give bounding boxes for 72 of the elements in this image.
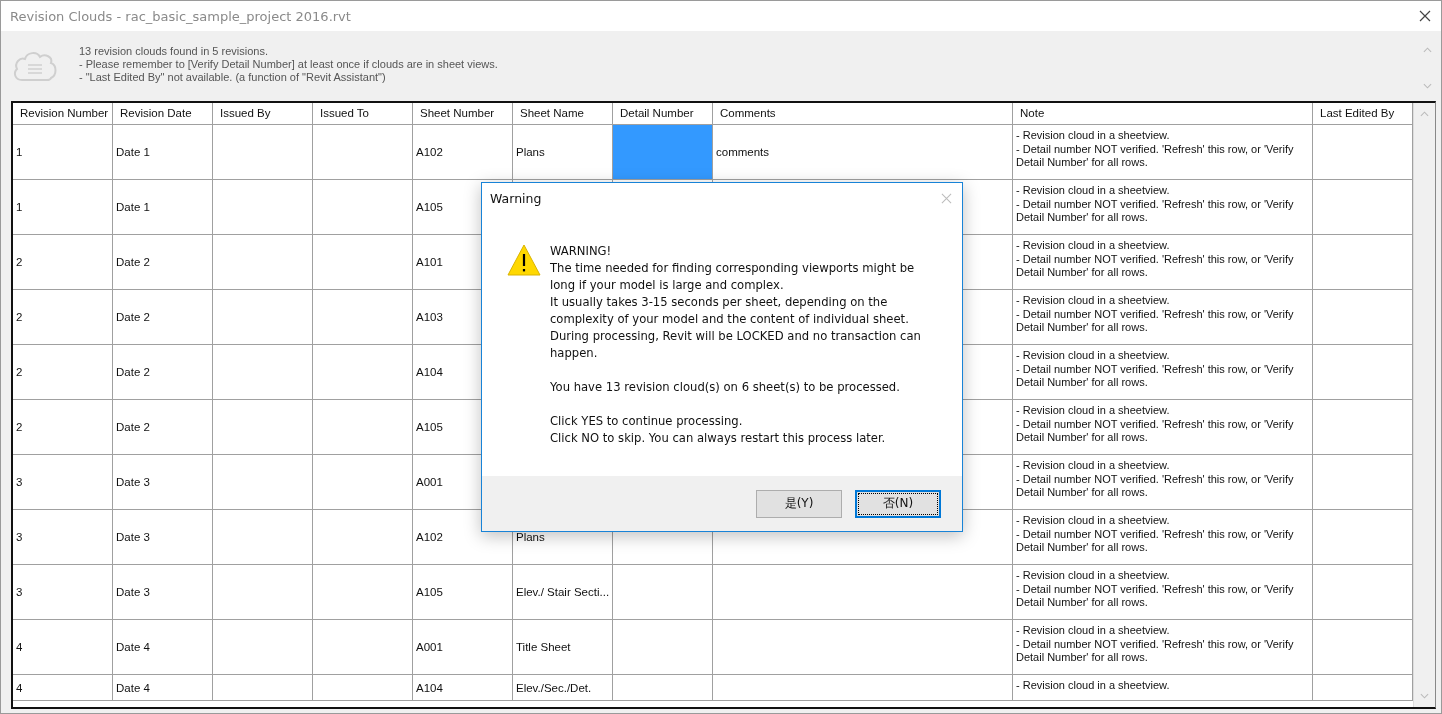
table-cell: - Revision cloud in a sheetview. - Detail number NOT verified. 'Refresh' this row, or 'Verify Detail Number' for all rows.	[1013, 565, 1313, 620]
column-header[interactable]: Detail Number	[613, 103, 713, 125]
message-text: WARNING!	[550, 243, 613, 260]
table-cell: - Revision cloud in a sheetview. - Detail number NOT verified. 'Refresh' this row, or 'Verify Detail Number' for all rows.	[1013, 125, 1313, 180]
column-header[interactable]: Sheet Name	[513, 103, 613, 125]
table-cell: - Revision cloud in a sheetview. - Detail number NOT verified. 'Refresh' this row, or 'Verify Detail Number' for all rows.	[1013, 510, 1313, 565]
message-text: Click NO to skip. You can always restart this process later.	[550, 430, 887, 447]
column-header[interactable]: Last Edited By	[1313, 103, 1413, 125]
table-cell[interactable]	[613, 675, 713, 701]
table-cell: 2	[13, 290, 113, 345]
table-cell: Date 1	[113, 180, 213, 235]
close-icon[interactable]	[1419, 10, 1431, 22]
scrollbar[interactable]	[1413, 103, 1435, 707]
table-cell: Date 2	[113, 345, 213, 400]
table-cell: A105	[413, 565, 513, 620]
table-cell: 3	[13, 455, 113, 510]
message-text: It usually takes 3-15 seconds per sheet, depending on the complexity of your model and the content of individual sheet.	[550, 294, 910, 328]
table-cell: Date 1	[113, 125, 213, 180]
table-cell: - Revision cloud in a sheetview.	[1013, 675, 1313, 701]
table-cell[interactable]	[613, 620, 713, 675]
info-text: - Please remember to [Verify Detail Number] at least once if clouds are in sheet views.	[79, 58, 499, 71]
column-header[interactable]: Sheet Number	[413, 103, 513, 125]
table-cell: comments	[713, 125, 1013, 180]
table-cell: Elev./Sec./Det.	[513, 675, 613, 701]
table-cell: A102	[413, 125, 513, 180]
table-cell: 2	[13, 345, 113, 400]
column-header[interactable]: Note	[1013, 103, 1313, 125]
table-cell: Title Sheet	[513, 620, 613, 675]
table-cell[interactable]	[613, 125, 713, 180]
table-cell: A104	[413, 675, 513, 701]
table-cell: 3	[13, 565, 113, 620]
table-cell: - Revision cloud in a sheetview. - Detail number NOT verified. 'Refresh' this row, or 'Verify Detail Number' for all rows.	[1013, 455, 1313, 510]
table-cell: - Revision cloud in a sheetview. - Detail number NOT verified. 'Refresh' this row, or 'Verify Detail Number' for all rows.	[1013, 620, 1313, 675]
table-cell: - Revision cloud in a sheetview. - Detail number NOT verified. 'Refresh' this row, or 'Verify Detail Number' for all rows.	[1013, 400, 1313, 455]
table-cell: - Revision cloud in a sheetview. - Detail number NOT verified. 'Refresh' this row, or 'Verify Detail Number' for all rows.	[1013, 345, 1313, 400]
table-cell: A001	[413, 620, 513, 675]
table-cell: Date 2	[113, 400, 213, 455]
table-cell: Date 4	[113, 675, 213, 701]
warning-icon	[507, 244, 541, 276]
dialog-button[interactable]: 否(N)	[855, 489, 941, 518]
table-cell: - Revision cloud in a sheetview. - Detail number NOT verified. 'Refresh' this row, or 'Verify Detail Number' for all rows.	[1013, 235, 1313, 290]
table-cell: Date 3	[113, 565, 213, 620]
info-text: 13 revision clouds found in 5 revisions.	[79, 45, 269, 58]
column-header[interactable]: Comments	[713, 103, 1013, 125]
message-text: You have 13 revision cloud(s) on 6 sheet(s) to be processed.	[550, 379, 901, 396]
table-cell: Date 4	[113, 620, 213, 675]
table-cell: 2	[13, 400, 113, 455]
table-cell[interactable]	[613, 565, 713, 620]
table-cell: 4	[13, 620, 113, 675]
column-header[interactable]: Issued To	[313, 103, 413, 125]
table-cell: Date 3	[113, 455, 213, 510]
column-header[interactable]: Revision Date	[113, 103, 213, 125]
table-cell: 1	[13, 180, 113, 235]
table-cell: Date 2	[113, 235, 213, 290]
table-cell: 2	[13, 235, 113, 290]
table-cell: Elev./ Stair Secti...	[513, 565, 613, 620]
table-cell: - Revision cloud in a sheetview. - Detail number NOT verified. 'Refresh' this row, or 'Verify Detail Number' for all rows.	[1013, 290, 1313, 345]
table-cell: 1	[13, 125, 113, 180]
window-title: Revision Clouds - rac_basic_sample_project 2016.rvt	[10, 8, 351, 24]
scrollbar[interactable]	[1421, 47, 1433, 89]
table-cell: Date 2	[113, 290, 213, 345]
table-cell: Date 3	[113, 510, 213, 565]
message-text: The time needed for finding corresponding viewports might be long if your model is large and complex.	[550, 260, 916, 294]
table-cell: - Revision cloud in a sheetview. - Detail number NOT verified. 'Refresh' this row, or 'Verify Detail Number' for all rows.	[1013, 180, 1313, 235]
info-text: - "Last Edited By" not available. (a function of "Revit Assistant")	[79, 71, 387, 84]
table-cell: 3	[13, 510, 113, 565]
message-text: Click YES to continue processing.	[550, 413, 744, 430]
table-cell: 4	[13, 675, 113, 701]
dialog-button[interactable]: 是(Y)	[756, 489, 842, 518]
message-text: During processing, Revit will be LOCKED and no transaction can happen.	[550, 328, 922, 362]
column-header[interactable]: Issued By	[213, 103, 313, 125]
column-header[interactable]: Revision Number	[13, 103, 113, 125]
